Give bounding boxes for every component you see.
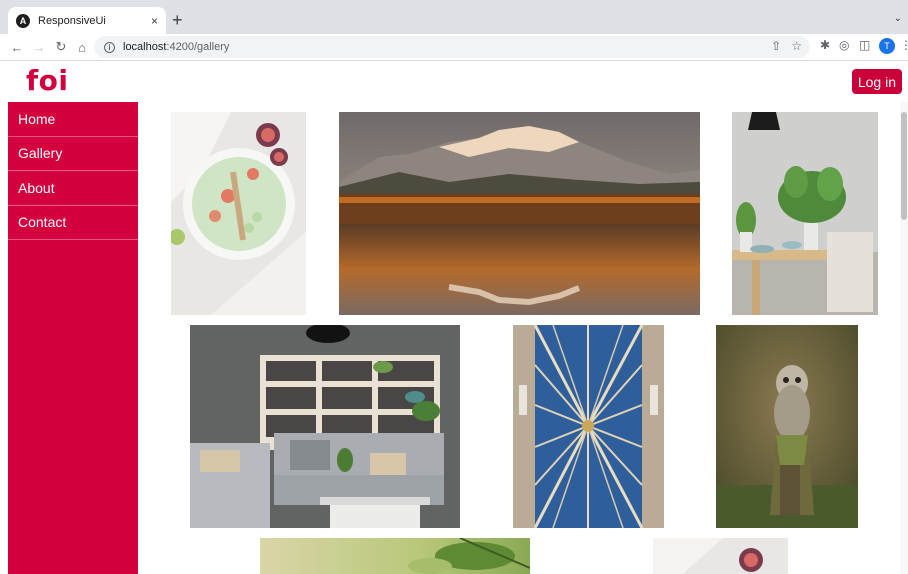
profile-avatar[interactable]: T (879, 38, 895, 54)
media-icon[interactable]: ◎ (839, 38, 849, 52)
browser-tab[interactable]: A ResponsiveUi × (8, 7, 166, 34)
reload-icon[interactable]: ↻ (52, 37, 70, 57)
share-icon[interactable]: ⇧ (771, 39, 781, 53)
url-text: localhost:4200/gallery (123, 41, 230, 53)
angular-favicon-icon: A (16, 13, 30, 28)
sidebar-item-contact[interactable]: Contact (8, 206, 138, 240)
owl-photo[interactable] (716, 325, 858, 528)
sidebar-item-about[interactable]: About (8, 171, 138, 206)
tab-title: ResponsiveUi (38, 14, 106, 27)
app-header: foi Log in (0, 62, 908, 102)
extensions-icon[interactable]: ✱ (820, 38, 830, 52)
logo[interactable]: foi (26, 64, 69, 97)
sidebar-item-gallery[interactable]: Gallery (8, 137, 138, 171)
bookmark-star-icon[interactable]: ☆ (791, 39, 802, 53)
green-plant-photo[interactable] (260, 538, 530, 574)
mountain-lake-photo[interactable] (339, 112, 700, 315)
living-room-photo[interactable] (190, 325, 460, 528)
site-info-icon[interactable]: i (104, 41, 115, 53)
page-scrollbar[interactable] (900, 102, 908, 574)
sidebar-nav: Home Gallery About Contact (8, 102, 138, 574)
login-button[interactable]: Log in (851, 69, 902, 94)
back-arrow-icon[interactable]: ← (8, 37, 26, 57)
sidebar-item-home[interactable]: Home (8, 102, 138, 137)
tab-search-chevron-icon[interactable]: ⌄ (894, 13, 902, 24)
vaulted-ceiling-photo[interactable] (513, 325, 664, 528)
new-tab-icon[interactable]: + (172, 10, 183, 30)
smoothie-bowl-photo[interactable] (171, 112, 306, 315)
browser-tab-strip: A ResponsiveUi × + ⌄ (0, 0, 908, 34)
browser-menu-icon[interactable]: ⋮ (900, 38, 908, 52)
browser-toolbar: ← → ↻ ⌂ i localhost:4200/gallery ⇧ ☆ ✱ ◎… (0, 34, 908, 61)
tab-close-icon[interactable]: × (151, 14, 158, 28)
figs-photo[interactable] (653, 538, 788, 574)
home-icon[interactable]: ⌂ (73, 37, 91, 57)
address-bar[interactable]: i localhost:4200/gallery ⇧ ☆ (94, 36, 810, 58)
scrollbar-thumb[interactable] (901, 112, 907, 220)
dining-plant-photo[interactable] (732, 112, 878, 315)
gallery-grid (138, 102, 900, 574)
side-panel-icon[interactable]: ◫ (859, 38, 870, 52)
forward-arrow-icon[interactable]: → (30, 37, 48, 57)
